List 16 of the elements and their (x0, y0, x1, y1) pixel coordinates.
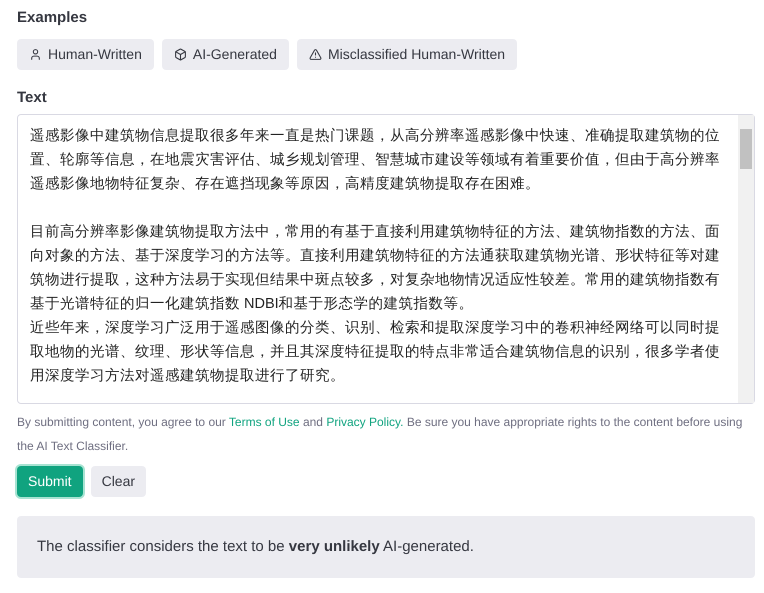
text-paragraph: 近些年来，深度学习广泛用于遥感图像的分类、识别、检索和提取深度学习中的卷积神经网络可以同时提取地物的光谱、纹理、形状等信息，并且其深度特征提取的特点非常适合建筑物信息的识别，很多学者使用深度学习方法对遥感建筑物提取进行了研究。 (30, 318, 721, 386)
section-heading: Examples (17, 8, 88, 28)
example-button[interactable]: Human-Written (17, 38, 154, 70)
disclaimer-text: By submitting content, you agree to our Terms of Use and Privacy Policy. Be sure you have appropriate rights to the content before using the AI Text Classifier. (17, 414, 744, 455)
text-paragraph: 目前高分辨率影像建筑物提取方法中，常用的有基于直接利用建筑物特征的方法、建筑物指数的方法、面向对象的方法、基于深度学习的方法等。直接利用建筑物特征的方法通获取建筑物光谱、形状特征等对建筑物进行提取，这种方法易于实现但结果中斑点较多，对复杂地物情况适应性较差。常用的建筑物指数有基于光谱特征的归一化建筑指数 NDBI和基于形态学的建筑指数等。 (30, 222, 721, 314)
text-paragraph: 遥感影像中建筑物信息提取很多年来一直是热门课题，从高分辨率遥感影像中快速、准确提取建筑物的位置、轮廓等信息，在地震灾害评估、城乡规划管理、智慧城市建设等领域有着重要价值，但由于高分辨率遥感影像地物特征复杂、存在遮挡现象等原因，高精度建筑物提取存在困难。 (30, 126, 721, 194)
result-text: The classifier considers the text to be very unlikely AI-generated. (37, 536, 474, 557)
example-button[interactable]: Misclassified Human-Written (296, 38, 518, 70)
example-button[interactable]: AI-Generated (162, 38, 289, 70)
person-icon (29, 48, 42, 60)
field-label: Text (17, 88, 47, 108)
cube-icon (174, 48, 187, 60)
text-input-field[interactable] (17, 114, 755, 404)
scrollbar[interactable] (738, 115, 754, 403)
warning-icon (308, 48, 322, 60)
clear-button[interactable]: Clear (90, 466, 146, 497)
